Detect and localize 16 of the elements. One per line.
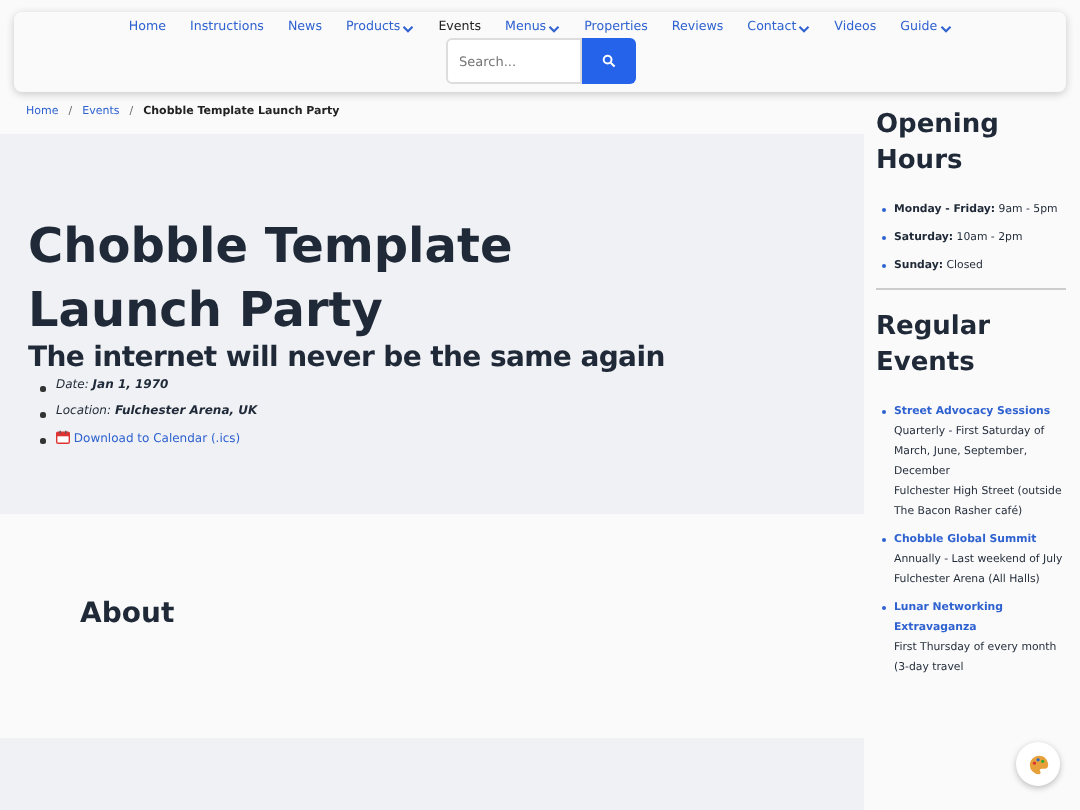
bullet-icon <box>40 386 45 391</box>
event-subtitle: The internet will never be the same again <box>28 342 667 374</box>
bullet-icon <box>40 412 45 417</box>
sidebar-heading: Opening Hours <box>876 108 1001 180</box>
section-heading: About <box>80 598 177 630</box>
search-icon <box>601 54 615 68</box>
bullet-icon <box>40 438 45 443</box>
caret-icon[interactable] <box>939 24 952 34</box>
calendar-icon <box>56 430 70 444</box>
caret-icon[interactable] <box>798 24 811 34</box>
caret-icon[interactable] <box>402 24 415 34</box>
palette-icon <box>1027 753 1049 775</box>
search-button[interactable] <box>581 38 635 84</box>
sidebar-heading: Regular Events <box>876 310 993 382</box>
event-title: Chobble Template Launch Party <box>28 216 515 342</box>
caret-icon[interactable] <box>548 24 561 34</box>
